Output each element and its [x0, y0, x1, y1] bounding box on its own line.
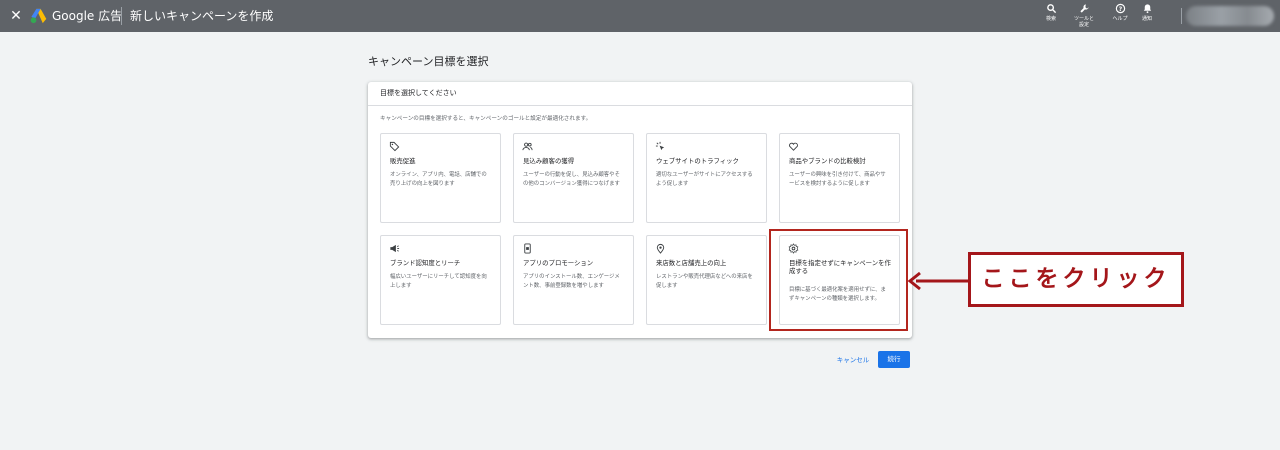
tools-settings-button[interactable]: ツールと 設定: [1067, 3, 1101, 31]
title-divider: [121, 7, 122, 25]
wrench-icon: [1079, 4, 1089, 13]
app-brand: Google 広告: [52, 9, 123, 23]
google-ads-logo-icon: [30, 8, 47, 24]
goal-card-description: ユーザーの行動を促し、見込み顧客やその他のコンバージョン獲得につなげます: [523, 172, 620, 187]
goal-card-description: 適切なユーザーがサイトにアクセスするよう促します: [656, 172, 753, 187]
search-icon: [1046, 4, 1056, 14]
svg-text:?: ?: [1118, 6, 1122, 13]
megaphone-icon: [389, 243, 400, 254]
page-heading: 新しいキャンペーンを作成: [130, 9, 274, 23]
goal-card-sales[interactable]: 販売促進 オンライン、アプリ内、電話、店舗での売り上げの向上を図ります: [380, 133, 501, 223]
goal-card-title: ブランド認知度とリーチ: [390, 259, 461, 267]
close-icon[interactable]: ✕: [8, 7, 24, 25]
goal-card-description: ユーザーの興味を引き付けて、商品やサービスを検討するように促します: [789, 172, 886, 187]
continue-button[interactable]: 続行: [878, 351, 910, 368]
notifications-button[interactable]: 通知: [1130, 3, 1164, 31]
goal-card-app-promotion[interactable]: アプリのプロモーション アプリのインストール数、エンゲージメント数、事前登録数を…: [513, 235, 634, 325]
goal-card-consideration[interactable]: 商品やブランドの比較検討 ユーザーの興味を引き付けて、商品やサービスを検討するよ…: [779, 133, 900, 223]
notifications-label: 通知: [1141, 16, 1152, 22]
highlight-box: [769, 229, 908, 331]
goal-card-leads[interactable]: 見込み顧客の獲得 ユーザーの行動を促し、見込み顧客やその他のコンバージョン獲得に…: [513, 133, 634, 223]
account-switcher[interactable]: [1186, 6, 1274, 26]
account-divider: [1181, 8, 1182, 24]
goal-card-title: ウェブサイトのトラフィック: [656, 157, 739, 165]
panel-description: キャンペーンの目標を選択すると、キャンペーンのゴールと設定が最適化されます。: [380, 116, 592, 122]
goal-card-description: 幅広いユーザーにリーチして認知度を向上します: [390, 274, 487, 289]
goal-card-description: アプリのインストール数、エンゲージメント数、事前登録数を増やします: [523, 274, 620, 289]
people-icon: [522, 141, 533, 152]
top-app-bar: ✕ Google 広告 新しいキャンペーンを作成 検索 ツールと 設定 ? ヘル…: [0, 0, 1280, 32]
goal-card-description: レストランや販売代理店などへの来店を促します: [656, 274, 753, 289]
goal-card-title: 見込み顧客の獲得: [523, 157, 575, 165]
goal-card-description: オンライン、アプリ内、電話、店舗での売り上げの向上を図ります: [390, 172, 487, 187]
goal-card-title: アプリのプロモーション: [523, 259, 594, 267]
cursor-click-icon: [655, 141, 666, 152]
heart-icon: [788, 141, 799, 152]
goal-card-title: 来店数と店舗売上の向上: [656, 259, 727, 267]
page-title: キャンペーン目標を選択: [368, 55, 489, 68]
tag-icon: [389, 141, 400, 152]
search-label: 検索: [1045, 16, 1056, 22]
goal-card-brand-awareness[interactable]: ブランド認知度とリーチ 幅広いユーザーにリーチして認知度を向上します: [380, 235, 501, 325]
goal-card-local-store-visits[interactable]: 来店数と店舗売上の向上 レストランや販売代理店などへの来店を促します: [646, 235, 767, 325]
annotation-callout: ここをクリック: [968, 252, 1184, 307]
goal-card-title: 販売促進: [390, 157, 416, 165]
help-icon: ?: [1115, 3, 1125, 14]
goal-card-website-traffic[interactable]: ウェブサイトのトラフィック 適切なユーザーがサイトにアクセスするよう促します: [646, 133, 767, 223]
arrow-left-icon: [907, 271, 968, 291]
location-pin-icon: [655, 243, 666, 254]
cancel-button[interactable]: キャンセル: [830, 352, 876, 368]
panel-header: 目標を選択してください: [368, 82, 912, 106]
smartphone-icon: [522, 243, 533, 254]
panel-header-title: 目標を選択してください: [380, 89, 457, 97]
tools-settings-label: ツールと 設定: [1073, 16, 1094, 28]
goal-card-title: 商品やブランドの比較検討: [789, 157, 866, 165]
bell-icon: [1143, 4, 1151, 14]
search-button[interactable]: 検索: [1034, 3, 1068, 31]
